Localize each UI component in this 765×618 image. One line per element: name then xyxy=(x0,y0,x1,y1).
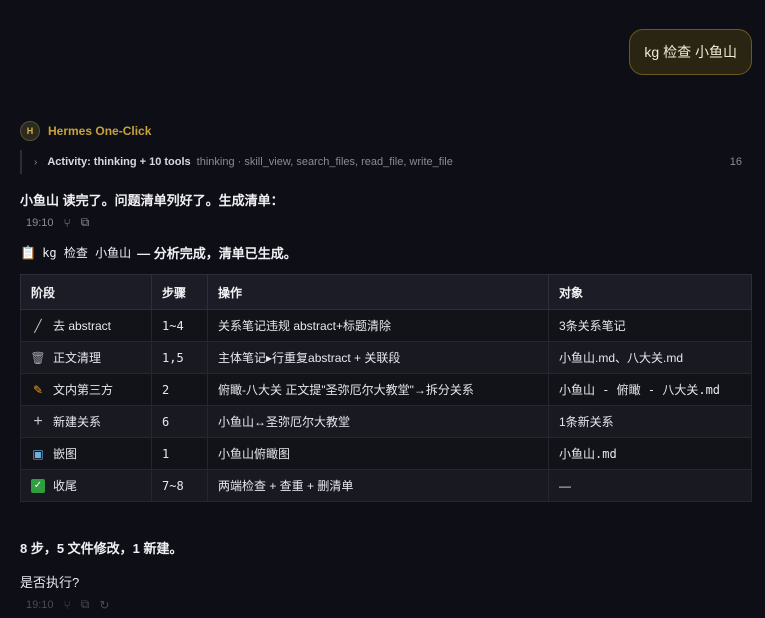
trash-icon: 🗑 xyxy=(30,350,46,365)
footer-time: 19:10 xyxy=(26,598,54,611)
copy-icon[interactable]: ⧉ xyxy=(81,215,90,230)
activity-title: Activity: thinking + 10 tools xyxy=(47,156,191,168)
step-cell: 7~8 xyxy=(151,469,208,502)
action-cell: 两端检查 + 查重 + 删清单 xyxy=(207,469,549,502)
action-cell: 主体笔记▸行重复abstract + 关联段 xyxy=(207,341,549,374)
footer-meta: 19:10 ⑂ ⧉ ↻ xyxy=(26,597,109,612)
user-message-text: kg 检查 小鱼山 xyxy=(644,44,737,60)
stats-text: 8 步，5 文件修改，1 新建。 xyxy=(20,541,183,556)
summary-text: — 分析完成，清单已生成。 xyxy=(137,246,297,261)
header-action: 操作 xyxy=(207,274,549,310)
activity-count: 16 xyxy=(729,156,742,168)
question-text: 是否执行? xyxy=(20,575,80,590)
summary-command: kg 检查 小鱼山 xyxy=(42,246,132,260)
header-target: 对象 xyxy=(548,274,752,310)
agent-header: H Hermes One-Click xyxy=(20,121,151,141)
plan-table: 阶段 步骤 操作 对象 ╱ 去 abstract 1~4 关系笔记违规 abstr… xyxy=(20,274,752,502)
wand-icon: ╱ xyxy=(34,318,42,333)
activity-detail: thinking · skill_view, search_files, rea… xyxy=(196,156,453,168)
target-cell: 小鱼山.md、八大关.md xyxy=(548,341,752,374)
header-step: 步骤 xyxy=(151,274,208,310)
branch-icon[interactable]: ⑂ xyxy=(64,598,71,612)
copy-icon[interactable]: ⧉ xyxy=(81,597,90,612)
target-cell: — xyxy=(548,469,752,502)
step-cell: 6 xyxy=(151,405,208,438)
target-cell: 1条新关系 xyxy=(548,405,752,438)
step-cell: 2 xyxy=(151,373,208,406)
agent-name: Hermes One-Click xyxy=(48,124,152,138)
table-row: ✎ 文内第三方 2 俯瞰-八大关 正文提"圣弥厄尔大教堂"→拆分关系 小鱼山 - … xyxy=(20,373,752,406)
reply-meta: 19:10 ⑂ ⧉ xyxy=(26,215,89,230)
stage-cell: 去 abstract xyxy=(53,319,112,333)
stage-cell: 嵌图 xyxy=(53,447,78,461)
clipboard-icon: 📋 xyxy=(20,244,37,260)
stage-cell: 文内第三方 xyxy=(53,383,114,397)
target-cell: 小鱼山.md xyxy=(548,437,752,470)
chevron-right-icon[interactable]: › xyxy=(34,157,37,168)
branch-icon[interactable]: ⑂ xyxy=(64,216,71,230)
step-cell: 1~4 xyxy=(151,309,208,342)
action-cell: 俯瞰-八大关 正文提"圣弥厄尔大教堂"→拆分关系 xyxy=(207,373,549,406)
target-cell: 小鱼山 - 俯瞰 - 八大关.md xyxy=(548,373,752,406)
action-cell: 关系笔记违规 abstract+标题清除 xyxy=(207,309,549,342)
activity-summary[interactable]: › Activity: thinking + 10 tools thinking… xyxy=(20,150,742,174)
action-cell: 小鱼山↔圣弥厄尔大教堂 xyxy=(207,405,549,438)
table-header-row: 阶段 步骤 操作 对象 xyxy=(20,274,752,310)
plus-icon: + xyxy=(33,412,43,430)
pencil-icon: ✎ xyxy=(32,382,44,397)
check-icon: ✓ xyxy=(31,478,45,493)
chat-view: kg 检查 小鱼山 H Hermes One-Click › Activity:… xyxy=(0,0,765,618)
action-cell: 小鱼山俯瞰图 xyxy=(207,437,549,470)
agent-avatar: H xyxy=(20,121,40,141)
table-row: 🗑 正文清理 1,5 主体笔记▸行重复abstract + 关联段 小鱼山.md、… xyxy=(20,341,752,374)
stage-cell: 收尾 xyxy=(53,479,78,493)
step-cell: 1 xyxy=(151,437,208,470)
summary-line: 📋 kg 检查 小鱼山 — 分析完成，清单已生成。 xyxy=(20,243,297,262)
reply-time: 19:10 xyxy=(26,216,54,229)
table-row: ╱ 去 abstract 1~4 关系笔记违规 abstract+标题清除 3条关… xyxy=(20,309,752,342)
user-message-bubble: kg 检查 小鱼山 xyxy=(629,29,752,75)
header-stage: 阶段 xyxy=(20,274,152,310)
stage-cell: 新建关系 xyxy=(53,415,102,429)
stage-cell: 正文清理 xyxy=(53,351,102,365)
target-cell: 3条关系笔记 xyxy=(548,309,752,342)
table-row: + 新建关系 6 小鱼山↔圣弥厄尔大教堂 1条新关系 xyxy=(20,405,752,438)
table-row: ✓ 收尾 7~8 两端检查 + 查重 + 删清单 — xyxy=(20,469,752,502)
step-cell: 1,5 xyxy=(151,341,208,374)
image-icon: ▣ xyxy=(32,446,44,461)
reply-text: 小鱼山 读完了。问题清单列好了。生成清单： xyxy=(20,193,284,208)
retry-icon[interactable]: ↻ xyxy=(99,598,109,612)
table-row: ▣ 嵌图 1 小鱼山俯瞰图 小鱼山.md xyxy=(20,437,752,470)
